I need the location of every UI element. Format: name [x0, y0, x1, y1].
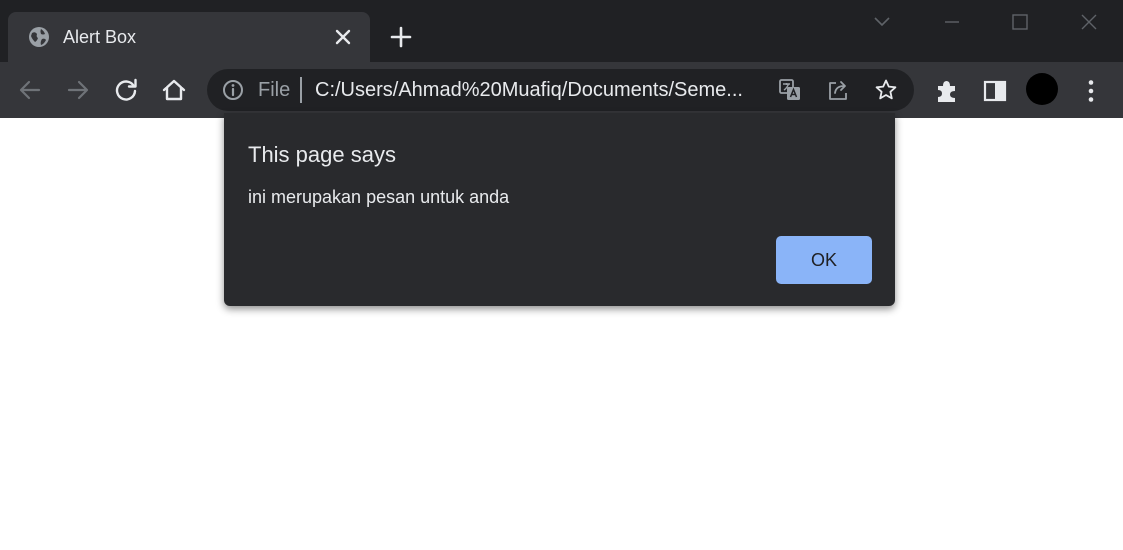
dialog-message: ini merupakan pesan untuk anda — [248, 187, 510, 207]
reload-icon[interactable] — [112, 76, 140, 104]
window-close-icon[interactable] — [1075, 8, 1103, 36]
extensions-puzzle-icon[interactable] — [933, 77, 961, 105]
home-icon[interactable] — [160, 76, 188, 104]
new-tab-icon[interactable] — [388, 24, 414, 50]
site-info-icon[interactable] — [222, 79, 244, 101]
tab-strip: Alert Box — [0, 0, 1123, 62]
browser-toolbar: File C:/Users/Ahmad%20Muafiq/Documents/S… — [0, 62, 1123, 118]
menu-kebab-icon[interactable] — [1077, 77, 1105, 105]
ok-button[interactable]: OK — [776, 236, 872, 284]
browser-window: Alert Box File C:/Users/Ahmad%20Muafiq/D… — [0, 0, 1123, 550]
close-icon[interactable] — [333, 27, 353, 47]
url-text[interactable]: C:/Users/Ahmad%20Muafiq/Documents/Seme..… — [315, 79, 770, 101]
back-arrow-icon[interactable] — [16, 76, 44, 104]
address-bar[interactable]: File C:/Users/Ahmad%20Muafiq/Documents/S… — [207, 69, 914, 111]
alert-dialog: This page says ini merupakan pesan untuk… — [224, 113, 895, 306]
tab-alert-box[interactable]: Alert Box — [8, 12, 370, 62]
globe-icon — [28, 26, 50, 48]
tab-search-chevron-icon[interactable] — [868, 8, 896, 36]
minimize-icon[interactable] — [938, 8, 966, 36]
share-icon[interactable] — [826, 78, 850, 102]
forward-arrow-icon[interactable] — [64, 76, 92, 104]
maximize-icon[interactable] — [1006, 8, 1034, 36]
tab-title: Alert Box — [63, 27, 137, 47]
url-divider — [300, 77, 302, 103]
url-scheme-label: File — [258, 79, 291, 101]
translate-icon[interactable] — [778, 78, 802, 102]
profile-avatar[interactable] — [1026, 73, 1058, 105]
side-panel-icon[interactable] — [981, 77, 1009, 105]
dialog-title: This page says — [248, 142, 396, 167]
bookmark-star-icon[interactable] — [874, 78, 898, 102]
